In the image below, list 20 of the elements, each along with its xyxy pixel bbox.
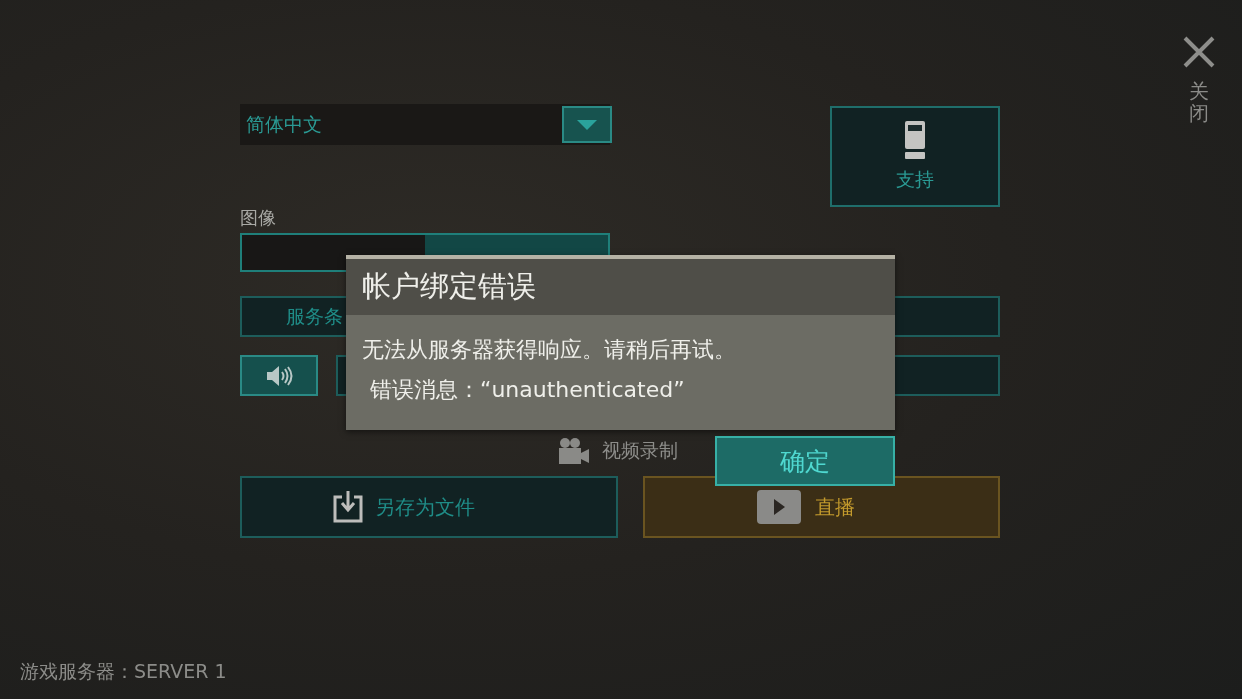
dialog-title: 帐户绑定错误: [346, 259, 895, 315]
language-value: 简体中文: [245, 111, 323, 137]
phone-icon: [904, 120, 926, 159]
close-label[interactable]: 关闭: [1189, 80, 1209, 124]
error-detail: 错误消息：“unauthenticated”: [369, 376, 686, 404]
sound-button[interactable]: [240, 355, 318, 396]
ok-button[interactable]: 确定: [715, 436, 895, 486]
close-icon[interactable]: [1183, 36, 1215, 68]
download-icon: [332, 491, 363, 523]
graphics-label: 图像: [240, 207, 277, 229]
game-server-label: 游戏服务器：SERVER 1: [20, 659, 227, 684]
speaker-icon: [265, 364, 293, 387]
video-record-label: 视频录制: [602, 438, 678, 463]
live-stream-button[interactable]: 直播: [642, 476, 1000, 538]
video-camera-icon: [558, 437, 590, 465]
language-dropdown[interactable]: 简体中文: [240, 104, 610, 145]
dialog-message: 无法从服务器获得响应。请稍后再试。: [361, 336, 737, 364]
support-button[interactable]: 支持: [830, 106, 1000, 207]
save-to-file-button[interactable]: 另存为文件: [240, 476, 618, 538]
play-icon: [757, 490, 802, 524]
